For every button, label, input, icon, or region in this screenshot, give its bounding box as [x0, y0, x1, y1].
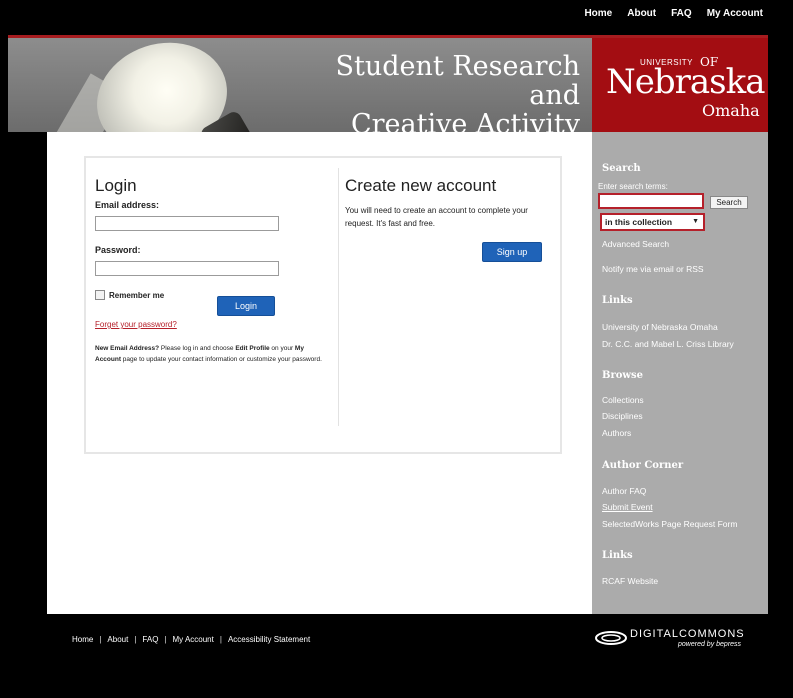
browse-disciplines-link[interactable]: Disciplines: [602, 411, 643, 421]
banner-title-line1: Student Research and: [335, 51, 580, 111]
nav-home-link[interactable]: Home: [584, 8, 612, 19]
dropdown-arrow-icon: ▼: [692, 218, 699, 225]
logo-city-text: Omaha: [702, 101, 760, 120]
main-content: Login Email address: Password: Remember …: [47, 132, 592, 614]
banner-title: Student Research and Creative Activity F…: [290, 52, 580, 132]
banner-title-line2: Creative Activity Fair: [350, 109, 580, 132]
forgot-password-link[interactable]: Forget your password?: [95, 320, 329, 329]
note-bold-2: Edit Profile: [235, 345, 270, 352]
links-heading: Links: [602, 295, 633, 306]
footer-accessibility-link[interactable]: Accessibility Statement: [228, 635, 310, 644]
site-banner[interactable]: Student Research and Creative Activity F…: [8, 38, 592, 132]
create-account-column: Create new account You will need to crea…: [345, 176, 557, 262]
selectedworks-link[interactable]: SelectedWorks Page Request Form: [602, 519, 737, 529]
links2-heading: Links: [602, 550, 633, 561]
scope-select-value: in this collection: [605, 217, 673, 227]
university-logo[interactable]: UNIVERSITY OF Nebraska Omaha: [592, 38, 768, 132]
digital-commons-name: DIGITALCOMMONS: [630, 628, 745, 640]
email-label: Email address:: [95, 200, 160, 210]
footer-faq-link[interactable]: FAQ: [142, 635, 158, 644]
password-field[interactable]: [95, 261, 279, 276]
search-heading: Search: [602, 163, 641, 174]
note-text-1: Please log in and choose: [159, 345, 236, 352]
footer-separator: |: [164, 635, 167, 644]
note-text-3: page to update your contact information …: [121, 356, 322, 363]
login-column: Login Email address: Password: Remember …: [95, 176, 329, 365]
footer-separator: |: [99, 635, 102, 644]
panel-divider: [338, 168, 339, 426]
new-email-note: New Email Address? Please log in and cho…: [95, 343, 329, 365]
login-panel: Login Email address: Password: Remember …: [84, 156, 562, 454]
remember-checkbox[interactable]: [95, 290, 105, 300]
browse-collections-link[interactable]: Collections: [602, 395, 644, 405]
note-bold-1: New Email Address?: [95, 345, 160, 352]
browse-authors-link[interactable]: Authors: [602, 428, 631, 438]
rcaf-website-link[interactable]: RCAF Website: [602, 576, 658, 586]
sidebar-link-library[interactable]: Dr. C.C. and Mabel L. Criss Library: [602, 339, 734, 349]
search-button[interactable]: Search: [710, 196, 748, 209]
nav-my-account-link[interactable]: My Account: [707, 8, 763, 19]
footer-links: Home | About | FAQ | My Account | Access…: [72, 635, 310, 644]
digital-commons-icon: [595, 631, 627, 645]
footer-separator: |: [219, 635, 222, 644]
footer-separator: |: [134, 635, 137, 644]
signup-button[interactable]: Sign up: [482, 242, 542, 262]
author-corner-heading: Author Corner: [602, 460, 684, 471]
create-account-heading: Create new account: [345, 176, 497, 195]
submit-event-link[interactable]: Submit Event: [602, 502, 653, 512]
top-navigation: Home About FAQ My Account: [584, 8, 763, 19]
sidebar-link-uno[interactable]: University of Nebraska Omaha: [602, 322, 718, 332]
sidebar: Search Enter search terms: Search in thi…: [592, 132, 768, 614]
footer-my-account-link[interactable]: My Account: [173, 635, 214, 644]
nav-faq-link[interactable]: FAQ: [671, 8, 692, 19]
scope-select[interactable]: in this collection ▼: [600, 213, 705, 231]
logo-name-text: Nebraska: [606, 62, 765, 102]
search-label: Enter search terms:: [598, 182, 668, 191]
password-label: Password:: [95, 245, 141, 255]
email-field[interactable]: [95, 216, 279, 231]
remember-me[interactable]: Remember me: [95, 290, 329, 300]
remember-label: Remember me: [109, 290, 165, 300]
footer-about-link[interactable]: About: [107, 635, 128, 644]
digital-commons-logo[interactable]: DIGITALCOMMONS powered by bepress: [592, 628, 762, 648]
search-input[interactable]: [598, 193, 704, 209]
login-heading: Login: [95, 176, 137, 195]
create-account-description: You will need to create an account to co…: [345, 206, 528, 228]
login-button[interactable]: Login: [217, 296, 275, 316]
notify-link[interactable]: Notify me via email or RSS: [602, 264, 704, 274]
note-text-2: on your: [269, 345, 295, 352]
digital-commons-tagline: powered by bepress: [678, 641, 742, 648]
browse-heading: Browse: [602, 370, 643, 381]
nav-about-link[interactable]: About: [627, 8, 656, 19]
advanced-search-link[interactable]: Advanced Search: [602, 239, 669, 249]
lightbulb-image: [82, 38, 242, 132]
author-faq-link[interactable]: Author FAQ: [602, 486, 646, 496]
footer-home-link[interactable]: Home: [72, 635, 93, 644]
